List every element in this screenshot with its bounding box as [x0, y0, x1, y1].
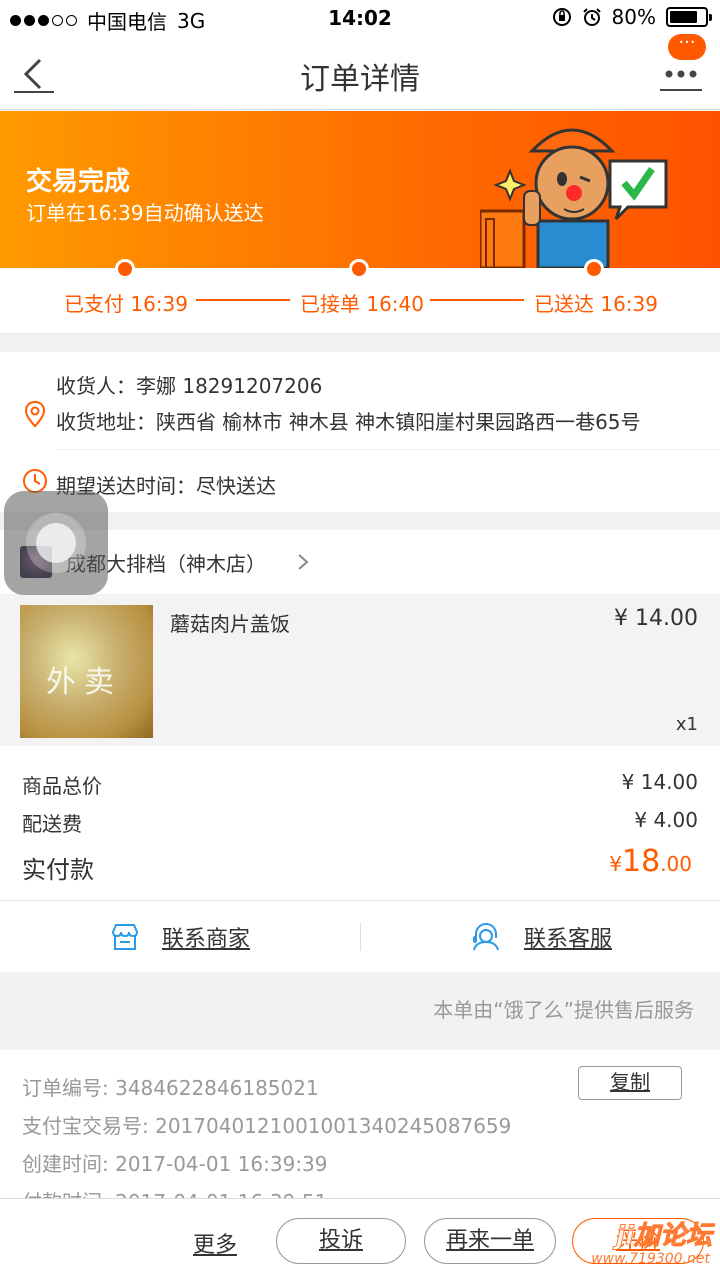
paid-amount: ¥18.00	[609, 844, 692, 879]
after-sales-text: 本单由“饿了么”提供售后服务	[433, 998, 694, 1022]
progress-node	[584, 259, 604, 279]
order-status-subtitle: 订单在16:39自动确认送达	[26, 201, 264, 225]
progress-node	[115, 259, 135, 279]
progress-line	[196, 299, 290, 301]
order-info: 订单编号: 3484622846185021 复制 支付宝交易号: 201704…	[0, 1050, 720, 1198]
chevron-right-icon	[298, 554, 309, 570]
status-right: 80%	[552, 5, 712, 29]
courier-mascot-illustration	[480, 128, 668, 268]
progress-line	[430, 299, 524, 301]
goods-total-label: 商品总价	[22, 774, 102, 798]
alarm-icon	[582, 8, 601, 26]
contact-bar: 联系商家 联系客服	[0, 900, 720, 972]
delivery-address: 收货地址：陕西省 榆林市 神木县 神木镇阳崖村果园路西一巷65号	[56, 410, 641, 434]
progress-node	[349, 259, 369, 279]
delivery-fee-label: 配送费	[22, 812, 82, 836]
item-price: ¥ 14.00	[614, 606, 698, 631]
order-progress: 已支付 16:39 已接单 16:40 已送达 16:39	[0, 259, 720, 334]
ellipsis-icon[interactable]	[660, 56, 702, 92]
nav-bar: 订单详情 ···	[0, 34, 720, 110]
delivery-fee-value: ¥ 4.00	[634, 808, 698, 832]
after-sales-note: 本单由“饿了么”提供售后服务	[0, 972, 720, 1050]
progress-step-delivered: 已送达 16:39	[534, 292, 658, 316]
divider	[56, 449, 720, 450]
order-item[interactable]: 外卖 蘑菇肉片盖饭 ¥ 14.00 x1	[0, 596, 720, 746]
progress-step-paid: 已支付 16:39	[64, 292, 188, 316]
created-time: 创建时间: 2017-04-01 16:39:39	[22, 1152, 328, 1176]
goods-total-row: 商品总价 ¥ 14.00	[22, 770, 698, 799]
paid-decimal: .00	[660, 852, 692, 876]
receiver-info: 收货人：李娜 18291207206	[56, 374, 323, 398]
battery-percent: 80%	[611, 5, 656, 29]
battery-icon	[666, 7, 712, 27]
assistive-touch-button[interactable]	[4, 491, 108, 595]
order-status-title: 交易完成	[26, 167, 131, 197]
item-image: 外卖	[20, 605, 153, 738]
paid-integer: 18	[622, 844, 661, 879]
divider	[360, 923, 361, 951]
paid-currency: ¥	[609, 852, 622, 876]
delivery-info: 收货人：李娜 18291207206 收货地址：陕西省 榆林市 神木县 神木镇阳…	[0, 352, 720, 512]
progress-step-accepted: 已接单 16:40	[300, 292, 424, 316]
price-summary: 商品总价 ¥ 14.00 配送费 ¥ 4.00 实付款 ¥18.00	[0, 746, 720, 900]
paid-amount-label: 实付款	[22, 856, 94, 884]
delivery-fee-row: 配送费 ¥ 4.00	[22, 808, 698, 837]
contact-merchant-button[interactable]: 联系商家	[110, 917, 250, 957]
shop-row[interactable]: 成都大排档（神木店）	[0, 530, 720, 594]
goods-total-value: ¥ 14.00	[621, 770, 698, 794]
contact-service-button[interactable]: 联系客服	[470, 917, 612, 957]
copy-button[interactable]: 复制	[578, 1066, 682, 1100]
watermark-url: www.719300.net	[591, 1251, 710, 1267]
alipay-number: 支付宝交易号: 2017040121001001340245087659	[22, 1114, 512, 1138]
watermark-logo: ji加论坛	[616, 1221, 713, 1252]
reorder-button[interactable]: 再来一单	[424, 1218, 556, 1264]
status-banner: 交易完成 订单在16:39自动确认送达	[0, 111, 720, 268]
status-bar: 中国电信 3G 14:02 80%	[0, 0, 720, 36]
contact-service-label: 联系客服	[524, 927, 613, 952]
rotation-lock-icon	[552, 8, 571, 26]
page-title: 订单详情	[300, 62, 420, 97]
item-image-label: 外卖	[46, 665, 122, 700]
complain-button[interactable]: 投诉	[276, 1218, 406, 1264]
item-quantity: x1	[675, 714, 698, 735]
item-name: 蘑菇肉片盖饭	[170, 612, 290, 636]
store-icon	[111, 924, 139, 950]
customer-service-icon	[473, 923, 499, 951]
paid-time: 付款时间: 2017-04-01 16:39:51	[22, 1186, 328, 1198]
contact-merchant-label: 联系商家	[162, 927, 251, 952]
more-button[interactable]: 更多	[193, 1227, 237, 1259]
order-number: 订单编号: 3484622846185021	[22, 1076, 319, 1100]
bottom-action-bar: 更多 投诉 再来一单 评价 ji加论坛 www.719300.net	[0, 1198, 720, 1280]
location-pin-icon	[24, 400, 46, 428]
